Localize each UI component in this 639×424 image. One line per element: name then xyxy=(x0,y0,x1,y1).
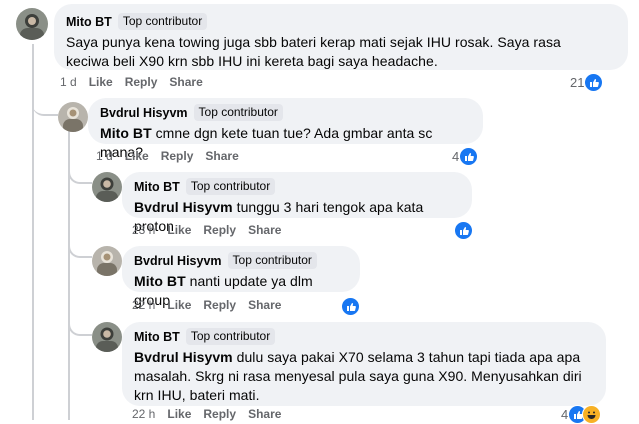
timestamp[interactable]: 23 h xyxy=(132,223,155,237)
contributor-badge: Top contributor xyxy=(193,104,283,121)
contributor-badge: Top contributor xyxy=(185,328,276,345)
avatar[interactable] xyxy=(58,102,88,132)
share-button[interactable]: Share xyxy=(248,223,281,237)
comment-text: Bvdrul Hisyvm dulu saya pakai X70 selama… xyxy=(134,349,582,403)
reply-bubble: Bvdrul Hisyvm Top contributor Mito BT cm… xyxy=(88,98,483,160)
avatar[interactable] xyxy=(92,172,122,202)
reply-button[interactable]: Reply xyxy=(203,223,236,237)
reply-button[interactable]: Reply xyxy=(203,298,236,312)
contributor-badge: Top contributor xyxy=(185,178,276,195)
like-reaction-icon xyxy=(341,297,360,316)
author-name[interactable]: Mito BT xyxy=(134,179,180,195)
mention-link[interactable]: Mito BT xyxy=(134,273,186,289)
reply-bubble: Bvdrul Hisyvm Top contributor Mito BT na… xyxy=(122,246,360,308)
timestamp[interactable]: 1 d xyxy=(60,75,77,89)
thread-connector xyxy=(32,90,58,116)
contributor-badge: Top contributor xyxy=(117,13,208,30)
reaction-count[interactable]: 21 xyxy=(570,73,604,92)
contributor-badge: Top contributor xyxy=(227,252,317,269)
author-name[interactable]: Bvdrul Hisyvm xyxy=(100,105,188,121)
like-button[interactable]: Like xyxy=(89,75,113,89)
share-button[interactable]: Share xyxy=(248,407,281,421)
reply-bubble: Mito BT Top contributor Bvdrul Hisyvm tu… xyxy=(122,172,472,234)
share-button[interactable]: Share xyxy=(169,75,202,89)
like-button[interactable]: Like xyxy=(167,407,191,421)
like-button[interactable]: Like xyxy=(167,223,191,237)
author-name[interactable]: Mito BT xyxy=(134,329,180,345)
haha-reaction-icon xyxy=(582,405,602,424)
like-reaction-icon xyxy=(454,221,473,240)
comment-bubble: Mito BT Top contributor Saya punya kena … xyxy=(54,4,628,70)
reaction-count[interactable] xyxy=(341,297,360,316)
like-button[interactable]: Like xyxy=(125,149,149,163)
reply-button[interactable]: Reply xyxy=(203,407,236,421)
reaction-count[interactable]: 4 xyxy=(561,405,602,424)
thread-connector xyxy=(68,232,92,258)
comment-actions: 1 d Like Reply Share xyxy=(60,75,215,89)
timestamp[interactable]: 22 h xyxy=(132,298,155,312)
reaction-count[interactable] xyxy=(454,221,473,240)
comment-actions: 22 h Like Reply Share xyxy=(132,407,293,421)
avatar[interactable] xyxy=(92,322,122,352)
reply-bubble: Mito BT Top contributor Bvdrul Hisyvm du… xyxy=(122,322,606,406)
comment-actions: 23 h Like Reply Share xyxy=(132,223,293,237)
avatar[interactable] xyxy=(92,246,122,276)
thread-connector xyxy=(68,310,92,336)
author-name[interactable]: Mito BT xyxy=(66,14,112,30)
thread-connector xyxy=(68,158,92,184)
mention-link[interactable]: Bvdrul Hisyvm xyxy=(134,349,233,365)
reply-button[interactable]: Reply xyxy=(161,149,194,163)
reply-button[interactable]: Reply xyxy=(125,75,158,89)
mention-link[interactable]: Bvdrul Hisyvm xyxy=(134,199,233,215)
timestamp[interactable]: 1 d xyxy=(96,149,113,163)
like-reaction-icon xyxy=(584,73,604,92)
author-name[interactable]: Bvdrul Hisyvm xyxy=(134,253,222,269)
like-button[interactable]: Like xyxy=(167,298,191,312)
share-button[interactable]: Share xyxy=(205,149,238,163)
timestamp[interactable]: 22 h xyxy=(132,407,155,421)
comment-text: Saya punya kena towing juga sbb bateri k… xyxy=(66,34,561,69)
share-button[interactable]: Share xyxy=(248,298,281,312)
reaction-count[interactable]: 4 xyxy=(452,147,479,166)
like-reaction-icon xyxy=(459,147,479,166)
mention-link[interactable]: Mito BT xyxy=(100,125,152,141)
comment-actions: 1 d Like Reply Share xyxy=(96,149,251,163)
avatar[interactable] xyxy=(16,8,48,40)
comment-actions: 22 h Like Reply Share xyxy=(132,298,293,312)
